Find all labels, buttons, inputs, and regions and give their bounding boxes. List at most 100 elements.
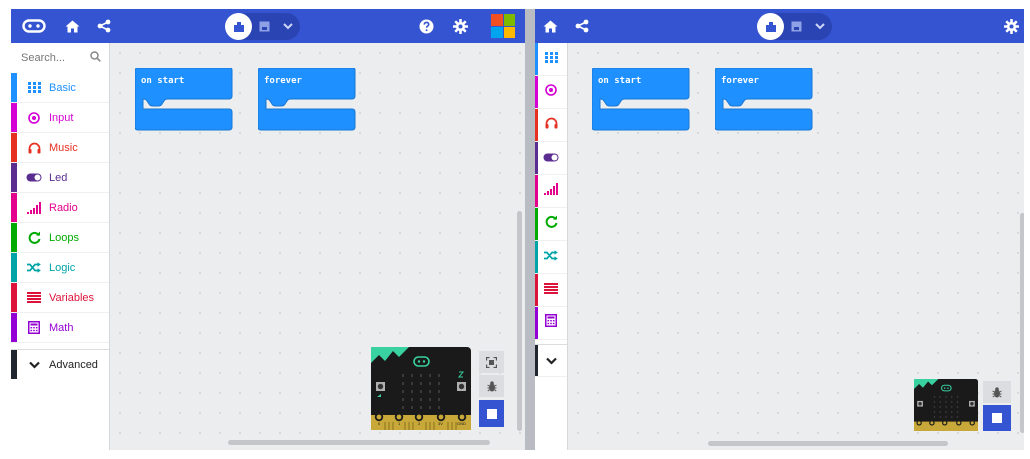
- category-strip: [11, 223, 17, 252]
- blocks-mode-icon[interactable]: [757, 13, 784, 40]
- on-start-block[interactable]: on start: [134, 67, 233, 137]
- category-advanced[interactable]: [535, 344, 567, 377]
- signal-bars-icon: [544, 182, 558, 200]
- search-icon[interactable]: [90, 51, 101, 65]
- stop-simulator-button[interactable]: [983, 405, 1011, 431]
- category-label: Radio: [49, 201, 78, 214]
- menu-bar: [535, 9, 1024, 43]
- category-math[interactable]: Math: [11, 313, 109, 343]
- category-math[interactable]: [535, 307, 567, 340]
- target-icon: [545, 83, 557, 101]
- lines-icon: [21, 292, 47, 303]
- blocks-workspace[interactable]: on start forever: [110, 43, 525, 450]
- headphones-icon: [545, 116, 558, 134]
- category-led[interactable]: Led: [11, 163, 109, 193]
- category-strip: [535, 274, 538, 306]
- home-icon[interactable]: [539, 9, 561, 43]
- toolbox: Search... Basic Input Music Led Radio Lo…: [11, 43, 110, 450]
- category-strip: [11, 163, 17, 192]
- category-strip: [535, 43, 538, 75]
- category-label: Basic: [49, 81, 76, 94]
- headphones-icon: [21, 142, 47, 154]
- category-music[interactable]: Music: [11, 133, 109, 163]
- microbit-logo-icon[interactable]: [19, 9, 49, 43]
- category-strip: [535, 175, 538, 207]
- horizontal-scrollbar[interactable]: [228, 440, 490, 445]
- category-strip: [11, 193, 17, 222]
- refresh-icon: [21, 231, 47, 244]
- category-label: Advanced: [49, 358, 98, 371]
- javascript-mode-icon[interactable]: [252, 13, 276, 40]
- category-label: Math: [49, 321, 74, 334]
- chevron-down-icon[interactable]: [808, 13, 832, 40]
- debug-icon[interactable]: [479, 375, 504, 397]
- editor-toggle[interactable]: [225, 13, 300, 40]
- block-label: on start: [141, 76, 185, 86]
- category-radio[interactable]: Radio: [11, 193, 109, 223]
- help-icon[interactable]: [416, 9, 436, 43]
- refresh-icon: [545, 215, 558, 233]
- category-radio[interactable]: [535, 175, 567, 208]
- category-label: Input: [49, 111, 74, 124]
- category-loops[interactable]: Loops: [11, 223, 109, 253]
- editor-toggle[interactable]: [757, 13, 832, 40]
- fullscreen-icon[interactable]: [479, 351, 504, 373]
- shuffle-icon: [544, 248, 558, 266]
- category-strip: [535, 241, 538, 273]
- on-start-block[interactable]: on start: [591, 67, 690, 137]
- category-strip: [11, 253, 17, 282]
- vertical-scrollbar[interactable]: [1020, 213, 1024, 433]
- split-divider[interactable]: [525, 9, 535, 450]
- category-loops[interactable]: [535, 208, 567, 241]
- debug-icon[interactable]: [983, 381, 1011, 403]
- share-icon[interactable]: [571, 9, 593, 43]
- pin-label: 3V: [438, 421, 443, 426]
- category-label: Variables: [49, 291, 95, 304]
- pin-label: 1: [398, 421, 401, 426]
- blocks-workspace[interactable]: on start forever: [568, 43, 1024, 450]
- category-led[interactable]: [535, 142, 567, 175]
- gear-icon[interactable]: [1001, 9, 1021, 43]
- shuffle-icon: [21, 262, 47, 273]
- category-variables[interactable]: Variables: [11, 283, 109, 313]
- pin-label: GND: [457, 421, 466, 426]
- vertical-scrollbar[interactable]: [517, 211, 522, 431]
- microbit-simulator[interactable]: 0 1 2 3V GND: [371, 347, 471, 430]
- search-box[interactable]: Search...: [11, 43, 109, 73]
- forever-block[interactable]: forever: [714, 67, 813, 137]
- chevron-down-icon[interactable]: [276, 13, 300, 40]
- grid-icon: [544, 50, 558, 68]
- category-music[interactable]: [535, 109, 567, 142]
- horizontal-scrollbar[interactable]: [708, 441, 948, 446]
- microbit-simulator[interactable]: [914, 379, 978, 431]
- category-advanced[interactable]: Advanced: [11, 349, 109, 379]
- category-input[interactable]: [535, 76, 567, 109]
- blocks-mode-icon[interactable]: [225, 13, 252, 40]
- category-logic[interactable]: [535, 241, 567, 274]
- category-label: Loops: [49, 231, 79, 244]
- gear-icon[interactable]: [450, 9, 470, 43]
- target-icon: [21, 111, 47, 124]
- category-basic[interactable]: [535, 43, 567, 76]
- menu-bar: [11, 9, 525, 43]
- category-label: Logic: [49, 261, 76, 274]
- category-input[interactable]: Input: [11, 103, 109, 133]
- share-icon[interactable]: [93, 9, 115, 43]
- category-strip: [535, 142, 538, 174]
- category-logic[interactable]: Logic: [11, 253, 109, 283]
- javascript-mode-icon[interactable]: [784, 13, 808, 40]
- search-placeholder[interactable]: Search...: [21, 52, 65, 64]
- forever-block[interactable]: forever: [257, 67, 356, 137]
- category-strip: [535, 109, 538, 141]
- calculator-icon: [21, 321, 47, 334]
- category-label: Led: [49, 171, 68, 184]
- stop-simulator-button[interactable]: [479, 400, 504, 427]
- chevron-down-icon: [21, 361, 47, 369]
- category-label: Music: [49, 141, 78, 154]
- signal-bars-icon: [21, 201, 47, 214]
- home-icon[interactable]: [61, 9, 83, 43]
- category-variables[interactable]: [535, 274, 567, 307]
- editor-pane-right: on start forever: [535, 9, 1024, 450]
- category-basic[interactable]: Basic: [11, 73, 109, 103]
- microsoft-logo-icon[interactable]: [491, 14, 515, 38]
